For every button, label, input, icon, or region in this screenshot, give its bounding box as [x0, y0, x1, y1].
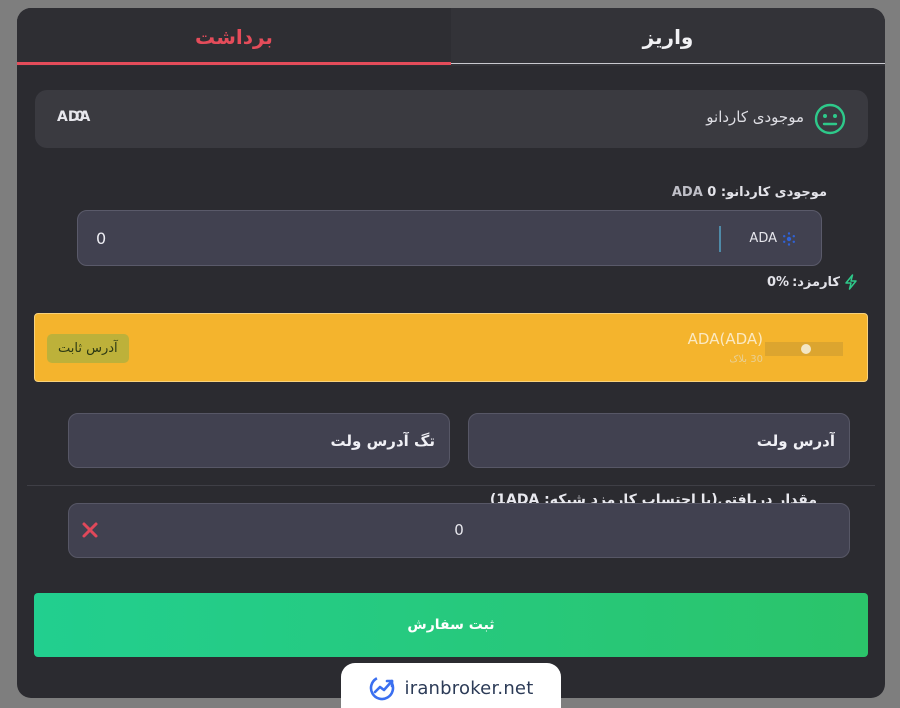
watermark-text: iranbroker.net	[404, 677, 534, 699]
receive-amount-field: 0	[68, 503, 850, 558]
available-balance-value: 0	[707, 185, 717, 200]
fixed-address-badge: آدرس ثابت	[47, 334, 129, 363]
wallet-tag-field	[68, 413, 450, 468]
tab-deposit[interactable]: واریز	[451, 8, 885, 66]
wallet-address-field	[468, 413, 850, 468]
fee-row: کارمزد: 0%	[767, 274, 859, 290]
cardano-icon	[783, 232, 795, 246]
wallet-tag-input[interactable]	[105, 427, 435, 455]
balance-card: موجودی کاردانو 0 ADA	[35, 90, 868, 148]
tab-divider-line	[451, 63, 885, 64]
close-icon[interactable]	[81, 521, 99, 539]
available-balance-unit: ADA	[671, 185, 703, 200]
amount-divider	[719, 226, 721, 252]
receive-amount-value: 0	[454, 521, 464, 539]
network-name: ADA(ADA)	[687, 330, 763, 348]
withdraw-panel: برداشت واریز موجودی کاردانو 0 ADA موجودی…	[17, 8, 885, 698]
tab-withdraw[interactable]: برداشت	[17, 8, 451, 66]
network-option[interactable]: آدرس ثابت ADA(ADA) 30 بلاک	[34, 313, 868, 382]
section-divider	[27, 485, 875, 486]
submit-order-button[interactable]: ثبت سفارش	[34, 593, 868, 657]
trend-chart-logo-icon	[369, 675, 394, 701]
watermark: iranbroker.net	[341, 663, 561, 708]
balance-unit: ADA	[57, 109, 91, 125]
available-balance: موجودی کاردانو: 0 ADA	[672, 185, 827, 200]
fee-value: 0%	[766, 274, 790, 290]
balance-label: موجودی کاردانو	[706, 108, 804, 126]
wallet-address-input[interactable]	[505, 427, 835, 455]
active-tab-indicator	[17, 62, 451, 65]
network-confirmations: 30 بلاک	[729, 354, 763, 365]
neutral-face-icon	[814, 103, 846, 135]
available-balance-label: موجودی کاردانو:	[720, 185, 827, 200]
amount-coin-label: ADA	[749, 231, 777, 246]
amount-input[interactable]	[96, 223, 496, 253]
fee-label: کارمزد:	[792, 274, 840, 290]
lightning-icon	[845, 274, 857, 290]
tab-bar: برداشت واریز	[17, 8, 885, 66]
network-radio-dot	[801, 344, 811, 354]
amount-field: ADA	[77, 210, 822, 266]
